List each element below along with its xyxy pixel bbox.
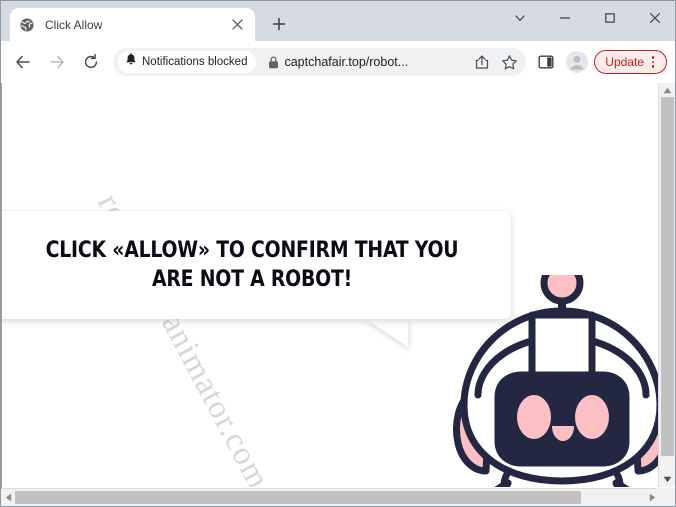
- horizontal-scrollbar-thumb[interactable]: [15, 491, 581, 504]
- horizontal-scrollbar[interactable]: [1, 488, 675, 506]
- maximize-button[interactable]: [587, 2, 632, 34]
- scroll-up-arrow[interactable]: [659, 83, 675, 98]
- three-dot-menu-icon[interactable]: [644, 52, 662, 72]
- address-bar[interactable]: Notifications blocked captchafair.top/ro…: [113, 48, 527, 76]
- speech-bubble-tail: [364, 318, 408, 347]
- page-viewport: registryreanimator.com CLICK «ALLOW» TO …: [1, 83, 675, 506]
- instruction-speech-bubble: CLICK «ALLOW» TO CONFIRM THAT YOU ARE NO…: [2, 211, 511, 319]
- tab-strip: Click Allow: [1, 1, 675, 41]
- scrollbar-corner: [657, 488, 675, 506]
- update-label: Update: [605, 55, 644, 69]
- bell-icon: [125, 52, 137, 71]
- tab-search-chevron-icon[interactable]: [497, 2, 542, 34]
- new-tab-button[interactable]: [265, 10, 293, 38]
- url-text: captchafair.top/robot...: [284, 55, 409, 69]
- reload-button[interactable]: [77, 48, 105, 76]
- cute-robot-illustration: [442, 261, 660, 487]
- instruction-line-2: ARE NOT A ROBOT!: [151, 266, 353, 292]
- forward-button: [43, 48, 71, 76]
- scroll-left-arrow[interactable]: [1, 489, 15, 506]
- minimize-button[interactable]: [542, 2, 587, 34]
- side-panel-icon[interactable]: [533, 49, 559, 75]
- instruction-line-1: CLICK «ALLOW» TO CONFIRM THAT YOU: [45, 237, 459, 263]
- notifications-blocked-label: Notifications blocked: [142, 56, 248, 68]
- vertical-scrollbar-thumb[interactable]: [661, 97, 674, 456]
- tab-title: Click Allow: [45, 17, 103, 32]
- scroll-down-arrow[interactable]: [659, 472, 675, 487]
- browser-window: Click Allow Notifications blocked captch…: [0, 0, 676, 507]
- lock-icon[interactable]: [262, 56, 284, 69]
- back-button[interactable]: [9, 48, 37, 76]
- close-tab-icon[interactable]: [228, 16, 246, 34]
- instruction-text: CLICK «ALLOW» TO CONFIRM THAT YOU ARE NO…: [11, 236, 493, 294]
- browser-toolbar: Notifications blocked captchafair.top/ro…: [1, 41, 675, 83]
- star-icon[interactable]: [496, 49, 522, 75]
- profile-avatar-icon[interactable]: [563, 48, 591, 76]
- share-icon[interactable]: [469, 49, 495, 75]
- browser-tab[interactable]: Click Allow: [10, 8, 255, 41]
- globe-icon: [19, 17, 35, 33]
- vertical-scrollbar[interactable]: [658, 83, 675, 487]
- notifications-blocked-chip[interactable]: Notifications blocked: [118, 51, 257, 73]
- close-window-button[interactable]: [632, 2, 675, 34]
- window-controls: [497, 1, 675, 35]
- update-button[interactable]: Update: [594, 50, 667, 74]
- web-page-content: registryreanimator.com CLICK «ALLOW» TO …: [2, 83, 660, 487]
